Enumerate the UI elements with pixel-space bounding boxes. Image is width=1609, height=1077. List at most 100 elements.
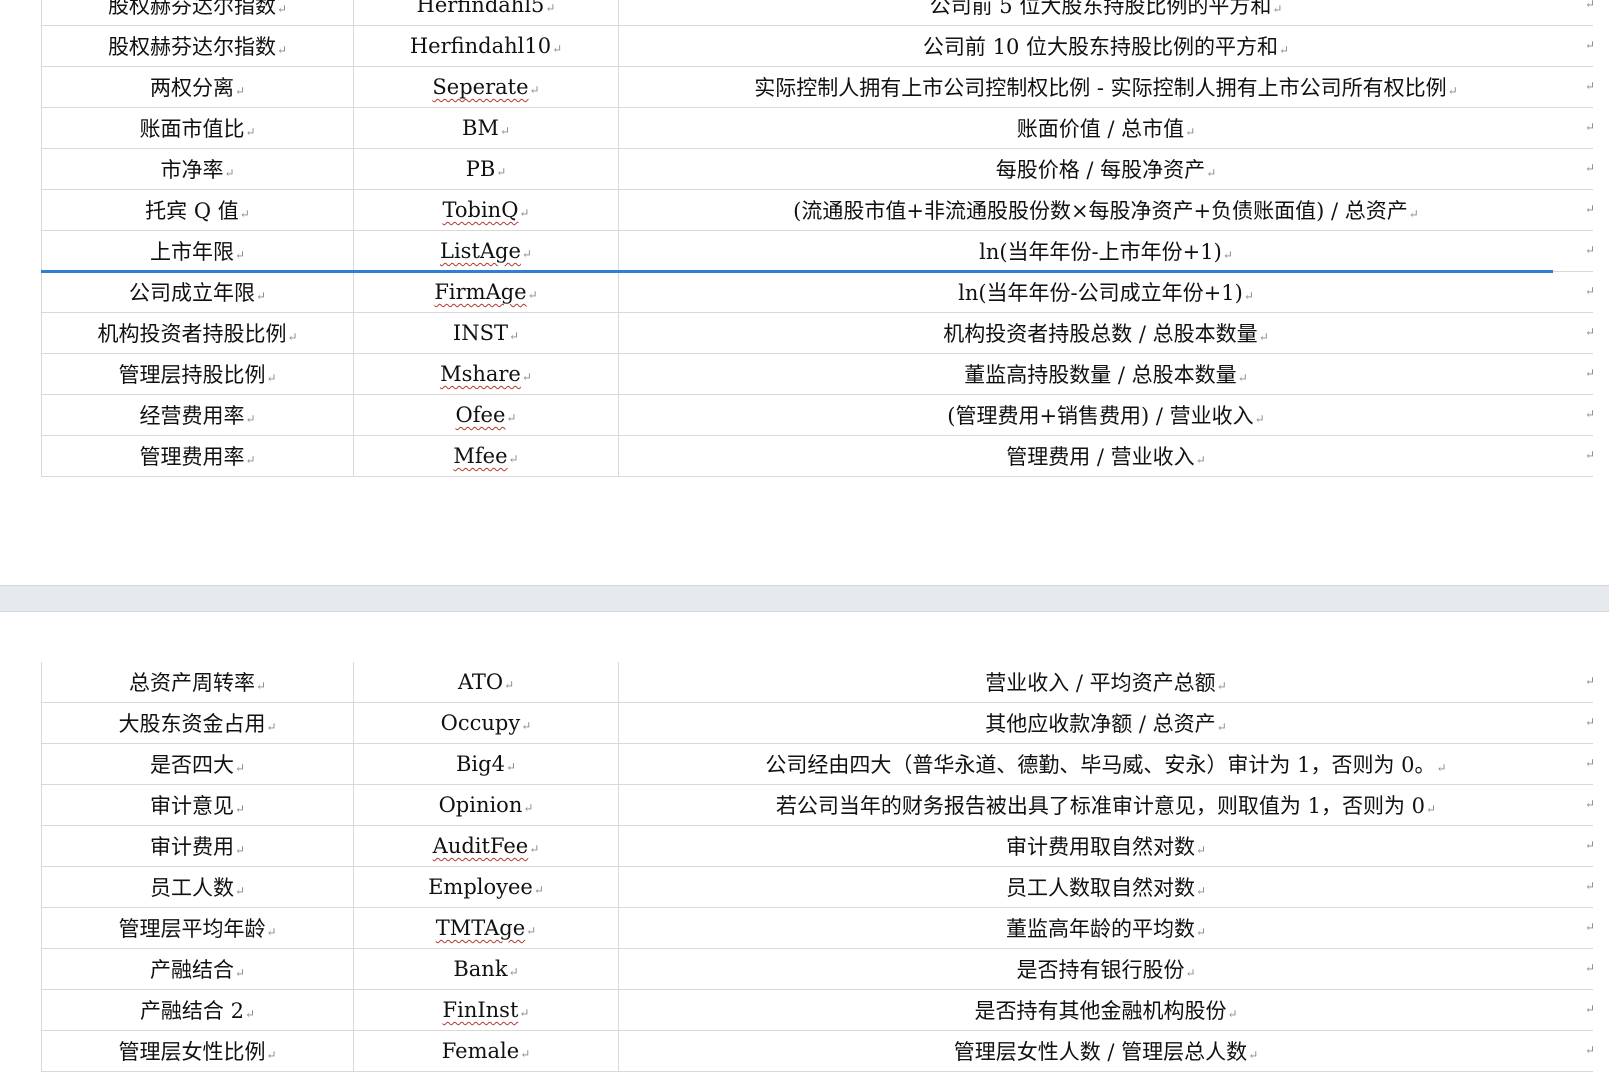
variable-symbol-cell[interactable]: Female↵ [353,1030,619,1072]
variable-definition-cell[interactable]: (管理费用+销售费用) / 营业收入↵↵ [618,394,1593,436]
variable-definition-cell[interactable]: 营业收入 / 平均资产总额↵↵ [618,662,1593,703]
variable-symbol-cell[interactable]: Big4↵ [353,743,619,785]
variable-symbol-cell[interactable]: Herfindahl10↵ [353,25,619,67]
variable-name-cell[interactable]: 审计意见↵ [41,784,354,826]
variable-name-cell[interactable]: 股权赫芬达尔指数↵ [41,0,354,26]
paragraph-mark-icon: ↵ [552,42,563,56]
variable-definition-cell[interactable]: 每股价格 / 每股净资产↵↵ [618,148,1593,190]
variable-symbol-cell[interactable]: Employee↵ [353,866,619,908]
paragraph-mark-icon: ↵ [499,124,510,138]
variable-definition-cell[interactable]: (流通股市值+非流通股股份数×每股净资产+负债账面值) / 总资产↵↵ [618,189,1593,231]
variable-name-cell[interactable]: 账面市值比↵ [41,107,354,149]
variable-definition-cell[interactable]: 若公司当年的财务报告被出具了标准审计意见，则取值为 1，否则为 0↵↵ [618,784,1593,826]
paragraph-mark-icon: ↵ [529,842,540,856]
variable-symbol-text: Ofee [455,403,506,427]
paragraph-mark-icon: ↵ [234,84,246,98]
variable-definition-cell[interactable]: 是否持有银行股份↵↵ [618,948,1593,990]
variable-name-text: 股权赫芬达尔指数 [107,0,276,18]
page-break-gap [0,585,1609,612]
variable-symbol-cell[interactable]: Mshare↵ [353,353,619,395]
variable-definition-text: 管理层女性人数 / 管理层总人数 [953,1040,1248,1064]
document-page-top: 股权赫芬达尔指数↵ Herfindahl5↵ 公司前 5 位大股东持股比例的平方和↵… [0,0,1609,585]
variable-definition-cell[interactable]: 公司前 10 位大股东持股比例的平方和↵↵ [618,25,1593,67]
variable-name-text: 管理层女性比例 [118,1040,266,1064]
variable-definition-cell[interactable]: ln(当年年份-上市年份+1)↵↵ [618,230,1593,272]
variable-definition-cell[interactable]: 实际控制人拥有上市公司控制权比例 - 实际控制人拥有上市公司所有权比例↵↵ [618,66,1593,108]
paragraph-mark-icon: ↵ [234,884,246,898]
row-end-mark-icon: ↵ [1585,715,1593,729]
variable-definition-cell[interactable]: 员工人数取自然对数↵↵ [618,866,1593,908]
paragraph-mark-icon: ↵ [266,925,277,939]
paragraph-mark-icon: ↵ [521,247,532,261]
variable-definition-text: ln(当年年份-上市年份+1) [979,240,1222,264]
paragraph-mark-icon: ↵ [533,883,544,897]
paragraph-mark-icon: ↵ [245,453,256,467]
row-end-mark-icon: ↵ [1585,284,1593,298]
variable-definition-cell[interactable]: 公司前 5 位大股东持股比例的平方和↵↵ [618,0,1593,26]
variable-symbol-cell[interactable]: ATO↵ [353,662,619,703]
variable-definition-cell[interactable]: 管理层女性人数 / 管理层总人数↵↵ [618,1030,1593,1072]
variable-name-text: 审计意见 [149,794,234,818]
row-end-mark-icon: ↵ [1585,961,1593,975]
table-row: 经营费用率↵Ofee↵(管理费用+销售费用) / 营业收入↵↵ [41,394,1593,436]
variable-definition-text: 员工人数取自然对数 [1005,876,1195,900]
variable-name-text: 员工人数 [149,876,234,900]
variable-symbol-cell[interactable]: FirmAge↵ [353,271,619,313]
variable-definition-cell[interactable]: 董监高持股数量 / 总股本数量↵↵ [618,353,1593,395]
variable-symbol-cell[interactable]: TobinQ↵ [353,189,619,231]
variable-symbol-cell[interactable]: FinInst↵ [353,989,619,1031]
variable-name-text: 经营费用率 [139,404,245,428]
variable-symbol-text: TMTAge [435,916,526,940]
variable-name-cell[interactable]: 两权分离↵ [41,66,354,108]
variable-name-cell[interactable]: 管理层持股比例↵ [41,353,354,395]
variable-symbol-cell[interactable]: AuditFee↵ [353,825,619,867]
table-row: 账面市值比↵BM↵账面价值 / 总市值↵↵ [41,107,1593,149]
paragraph-mark-icon: ↵ [504,678,515,692]
variable-definition-cell[interactable]: ln(当年年份-公司成立年份+1)↵↵ [618,271,1593,313]
paragraph-mark-icon: ↵ [1436,761,1447,775]
variable-name-cell[interactable]: 管理费用率↵ [41,435,354,477]
variable-name-cell[interactable]: 审计费用↵ [41,825,354,867]
variable-name-cell[interactable]: 产融结合↵ [41,948,354,990]
variable-symbol-cell[interactable]: Seperate↵ [353,66,619,108]
variable-symbol-cell[interactable]: Ofee↵ [353,394,619,436]
variable-name-cell[interactable]: 市净率↵ [41,148,354,190]
paragraph-mark-icon: ↵ [527,288,538,302]
variable-name-cell[interactable]: 产融结合 2↵ [41,989,354,1031]
variable-name-cell[interactable]: 大股东资金占用↵ [41,702,354,744]
variable-symbol-cell[interactable]: TMTAge↵ [353,907,619,949]
variable-symbol-cell[interactable]: Opinion↵ [353,784,619,826]
variable-name-cell[interactable]: 管理层平均年龄↵ [41,907,354,949]
variable-name-cell[interactable]: 上市年限↵ [41,230,354,272]
variable-symbol-text: FinInst [442,998,519,1022]
variable-definition-cell[interactable]: 机构投资者持股总数 / 总股本数量↵↵ [618,312,1593,354]
variable-symbol-cell[interactable]: Occupy↵ [353,702,619,744]
variable-symbol-cell[interactable]: INST↵ [353,312,619,354]
variable-symbol-cell[interactable]: Mfee↵ [353,435,619,477]
variable-symbol-cell[interactable]: BM↵ [353,107,619,149]
variable-definition-cell[interactable]: 是否持有其他金融机构股份↵↵ [618,989,1593,1031]
variable-definition-cell[interactable]: 账面价值 / 总市值↵↵ [618,107,1593,149]
variable-name-cell[interactable]: 总资产周转率↵ [41,662,354,703]
variable-name-cell[interactable]: 管理层女性比例↵ [41,1030,354,1072]
variable-name-cell[interactable]: 股权赫芬达尔指数↵ [41,25,354,67]
variable-name-cell[interactable]: 机构投资者持股比例↵ [41,312,354,354]
variable-symbol-cell[interactable]: ListAge↵ [353,230,619,272]
variable-name-cell[interactable]: 托宾 Q 值↵ [41,189,354,231]
variable-symbol-cell[interactable]: Herfindahl5↵ [353,0,619,26]
paragraph-mark-icon: ↵ [1248,1048,1259,1062]
variable-name-cell[interactable]: 公司成立年限↵ [41,271,354,313]
variable-symbol-cell[interactable]: PB↵ [353,148,619,190]
variable-definition-cell[interactable]: 审计费用取自然对数↵↵ [618,825,1593,867]
variable-name-text: 总资产周转率 [128,671,255,695]
variable-name-cell[interactable]: 员工人数↵ [41,866,354,908]
variable-definition-cell[interactable]: 公司经由四大（普华永道、德勤、毕马威、安永）审计为 1，否则为 0。↵↵ [618,743,1593,785]
variable-definition-cell[interactable]: 董监高年龄的平均数↵↵ [618,907,1593,949]
variable-name-cell[interactable]: 经营费用率↵ [41,394,354,436]
variable-name-cell[interactable]: 是否四大↵ [41,743,354,785]
variable-symbol-text: Bank [453,957,508,981]
variable-definition-cell[interactable]: 管理费用 / 营业收入↵↵ [618,435,1593,477]
variable-definition-cell[interactable]: 其他应收款净额 / 总资产↵↵ [618,702,1593,744]
variable-symbol-cell[interactable]: Bank↵ [353,948,619,990]
paragraph-mark-icon: ↵ [266,720,277,734]
